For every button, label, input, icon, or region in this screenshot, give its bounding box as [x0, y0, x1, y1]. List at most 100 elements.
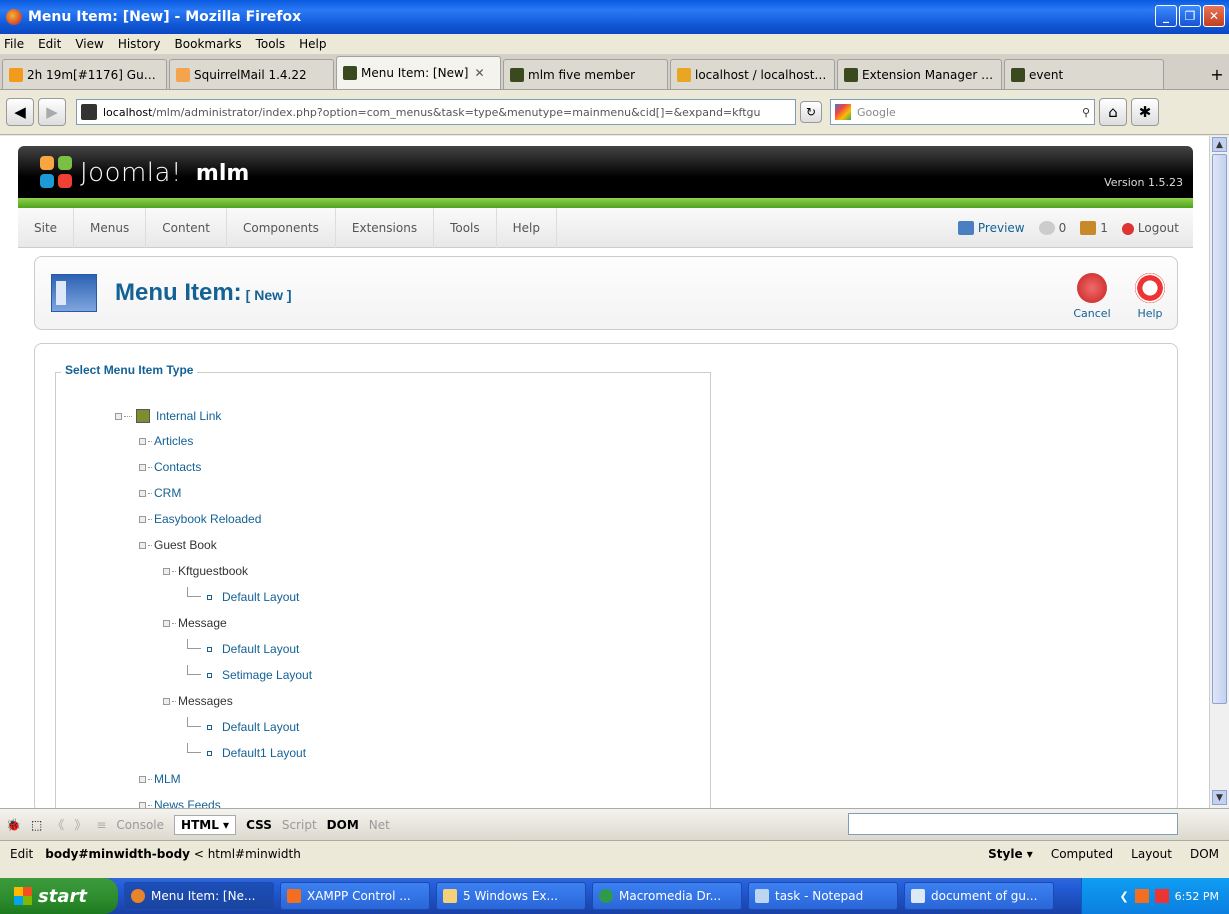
reload-icon[interactable]: ↻ [800, 101, 822, 123]
scroll-up-icon[interactable]: ▲ [1212, 137, 1227, 152]
firebug-tab-console[interactable]: Console [116, 818, 164, 832]
admin-menu-extensions[interactable]: Extensions [336, 207, 435, 248]
tree-root-internal-link[interactable]: Internal Link [115, 409, 221, 423]
tab-extension-manager[interactable]: Extension Manager : ... [837, 59, 1002, 89]
scroll-down-icon[interactable]: ▼ [1212, 790, 1227, 805]
tree-item-mlm[interactable]: MLM [139, 772, 181, 786]
preview-link[interactable]: Preview [957, 221, 1025, 236]
messages-icon [1038, 221, 1055, 236]
xampp-icon [287, 889, 301, 903]
joomla-header: Joomla! mlm Version 1.5.23 [18, 146, 1193, 198]
tree-item-contacts[interactable]: Contacts [139, 460, 201, 474]
task-notepad[interactable]: task - Notepad [748, 882, 898, 910]
task-macromedia[interactable]: Macromedia Dr... [592, 882, 742, 910]
forward-button[interactable]: ▶ [38, 98, 66, 126]
tree-item-messages[interactable]: Messages [163, 694, 233, 708]
tree-item-kftguestbook[interactable]: Kftguestbook [163, 564, 248, 578]
inspect-icon[interactable]: ⬚ [31, 818, 42, 832]
menu-tools[interactable]: Tools [256, 37, 286, 51]
xampp-tray-icon[interactable] [1134, 889, 1149, 903]
back-arrow-icon[interactable]: 《 [52, 816, 64, 833]
joomla-logo: Joomla! mlm [40, 156, 249, 190]
tree-item-message[interactable]: Message [163, 616, 227, 630]
firebug-tab-dom-side[interactable]: DOM [1190, 847, 1219, 861]
list-icon[interactable]: ≡ [96, 818, 106, 832]
tab-close-icon[interactable]: ✕ [474, 66, 484, 80]
page-scrollbar[interactable]: ▲ ▼ [1209, 136, 1229, 808]
firebug-edit-button[interactable]: Edit [10, 847, 33, 861]
tab-event[interactable]: event [1004, 59, 1164, 89]
admin-menu-site[interactable]: Site [18, 207, 75, 248]
tab-guestbook[interactable]: 2h 19m[#1176] Gues... [2, 59, 167, 89]
menu-help[interactable]: Help [299, 37, 326, 51]
notepad-icon [755, 889, 769, 903]
tree-item-easybook[interactable]: Easybook Reloaded [139, 512, 261, 526]
new-tab-button[interactable]: + [1205, 59, 1229, 89]
tab-mlm-five-member[interactable]: mlm five member [503, 59, 668, 89]
back-button[interactable]: ◀ [6, 98, 34, 126]
task-document[interactable]: document of gu... [904, 882, 1054, 910]
admin-menu-content[interactable]: Content [146, 207, 227, 248]
forward-arrow-icon[interactable]: 》 [74, 816, 86, 833]
task-firefox[interactable]: Menu Item: [Ne... [124, 882, 274, 910]
tray-arrow-icon[interactable]: ❮ [1119, 890, 1128, 903]
clock: 6:52 PM [1174, 889, 1219, 903]
firebug-tab-script[interactable]: Script [282, 818, 317, 832]
firebug-tab-computed[interactable]: Computed [1051, 847, 1113, 861]
admin-menu-menus[interactable]: Menus [74, 207, 147, 248]
menu-bookmarks[interactable]: Bookmarks [175, 37, 242, 51]
search-tray-icon[interactable] [1154, 889, 1169, 903]
messages-count[interactable]: 0 [1038, 221, 1066, 236]
addon-icon[interactable]: ✱ [1131, 98, 1159, 126]
tree-leaf-default-layout[interactable]: Default Layout [187, 587, 299, 604]
firebug-tab-net[interactable]: Net [369, 818, 390, 832]
logout-icon [1121, 222, 1134, 235]
admin-menu-components[interactable]: Components [227, 207, 336, 248]
google-icon [835, 104, 851, 120]
cancel-button[interactable]: Cancel [1067, 273, 1117, 320]
firebug-tab-dom[interactable]: DOM [327, 818, 359, 832]
menu-edit[interactable]: Edit [38, 37, 61, 51]
home-icon[interactable]: ⌂ [1099, 98, 1127, 126]
tab-squirrelmail[interactable]: SquirrelMail 1.4.22 [169, 59, 334, 89]
tab-menu-item[interactable]: Menu Item: [New] ✕ [336, 56, 501, 89]
logout-link[interactable]: Logout [1121, 221, 1179, 235]
navigation-bar: ◀ ▶ localhost/mlm/administrator/index.ph… [0, 90, 1229, 135]
search-input[interactable]: Google ⚲ [830, 99, 1095, 125]
menu-file[interactable]: File [4, 37, 24, 51]
firebug-statusbar: Edit body#minwidth-body < html#minwidth … [0, 840, 1229, 866]
menu-history[interactable]: History [118, 37, 161, 51]
scrollbar-thumb[interactable] [1212, 154, 1227, 704]
firebug-tab-style[interactable]: Style ▾ [988, 847, 1033, 861]
system-tray: ❮ 6:52 PM [1081, 878, 1229, 914]
tree-leaf-default-layout[interactable]: Default Layout [187, 717, 299, 734]
admin-menu-tools[interactable]: Tools [434, 207, 497, 248]
tab-phpmyadmin[interactable]: localhost / localhost /... [670, 59, 835, 89]
firebug-icon[interactable]: 🐞 [6, 818, 21, 832]
minimize-button[interactable]: _ [1155, 5, 1177, 27]
firebug-tab-html[interactable]: HTML ▾ [174, 814, 237, 835]
tree-leaf-default1-layout[interactable]: Default1 Layout [187, 743, 306, 760]
address-bar[interactable]: localhost/mlm/administrator/index.php?op… [76, 99, 796, 125]
firebug-tab-css[interactable]: CSS [246, 818, 272, 832]
tree-item-crm[interactable]: CRM [139, 486, 181, 500]
admin-menu-help[interactable]: Help [497, 207, 557, 248]
help-button[interactable]: Help [1125, 273, 1175, 320]
folder-icon [136, 409, 150, 423]
start-button[interactable]: start [0, 878, 118, 914]
close-window-button[interactable]: ✕ [1203, 5, 1225, 27]
preview-icon [957, 221, 974, 236]
menu-view[interactable]: View [75, 37, 103, 51]
search-icon[interactable]: ⚲ [1082, 106, 1090, 119]
task-xampp[interactable]: XAMPP Control ... [280, 882, 430, 910]
tree-item-news-feeds[interactable]: News Feeds [139, 798, 221, 808]
tree-item-articles[interactable]: Articles [139, 434, 193, 448]
task-windows-explorer[interactable]: 5 Windows Ex... [436, 882, 586, 910]
tree-leaf-default-layout[interactable]: Default Layout [187, 639, 299, 656]
tree-item-guest-book[interactable]: Guest Book [139, 538, 217, 552]
firebug-tab-layout[interactable]: Layout [1131, 847, 1172, 861]
tree-leaf-setimage-layout[interactable]: Setimage Layout [187, 665, 312, 682]
firebug-search-input[interactable] [848, 813, 1178, 835]
restore-button[interactable]: ❐ [1179, 5, 1201, 27]
users-count: 1 [1080, 221, 1108, 236]
